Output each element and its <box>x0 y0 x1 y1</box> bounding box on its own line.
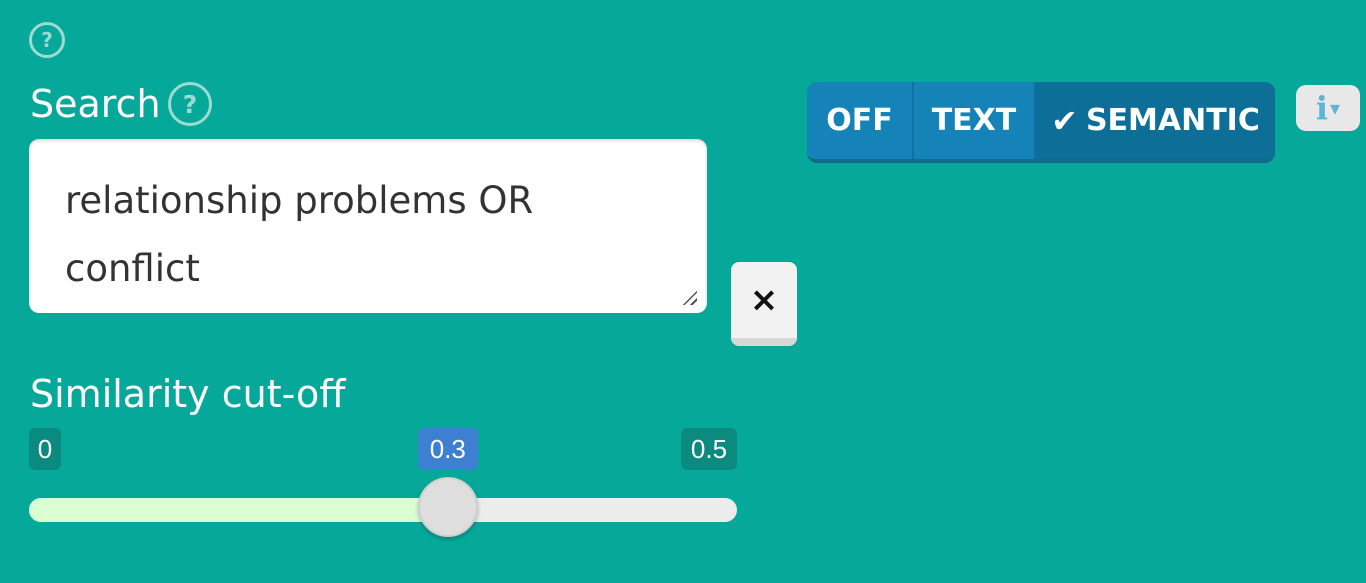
search-text-line-1: relationship problems OR <box>65 179 534 222</box>
search-mode-toggle: OFF TEXT ✔ SEMANTIC <box>807 82 1275 163</box>
info-dropdown-button[interactable]: i ▾ <box>1296 85 1360 131</box>
similarity-slider-fill <box>29 498 448 522</box>
mode-off-label: OFF <box>826 103 893 138</box>
mode-semantic-button[interactable]: ✔ SEMANTIC <box>1036 82 1275 159</box>
similarity-label: Similarity cut-off <box>30 372 346 416</box>
help-icon[interactable]: ? <box>29 22 65 58</box>
info-icon: i <box>1315 89 1329 127</box>
similarity-slider-handle[interactable] <box>417 477 478 537</box>
clear-search-button[interactable]: × <box>731 262 797 346</box>
close-icon: × <box>749 280 779 320</box>
mode-semantic-label: SEMANTIC <box>1085 103 1260 138</box>
mode-off-button[interactable]: OFF <box>807 82 914 159</box>
search-textarea[interactable]: relationship problems OR conflict <box>29 139 707 313</box>
slider-value-label: 0.3 <box>417 428 478 470</box>
search-label: Search <box>30 82 161 126</box>
similarity-slider-track[interactable] <box>29 498 737 522</box>
resize-handle-icon[interactable] <box>681 289 697 305</box>
chevron-down-icon: ▾ <box>1330 96 1341 120</box>
mode-text-button[interactable]: TEXT <box>914 82 1036 159</box>
slider-min-label: 0 <box>29 428 61 470</box>
slider-max-label: 0.5 <box>681 428 737 470</box>
check-icon: ✔ <box>1051 101 1078 140</box>
search-help-icon[interactable]: ? <box>168 82 212 126</box>
mode-text-label: TEXT <box>931 103 1017 138</box>
search-text-line-2: conflict <box>65 247 200 290</box>
